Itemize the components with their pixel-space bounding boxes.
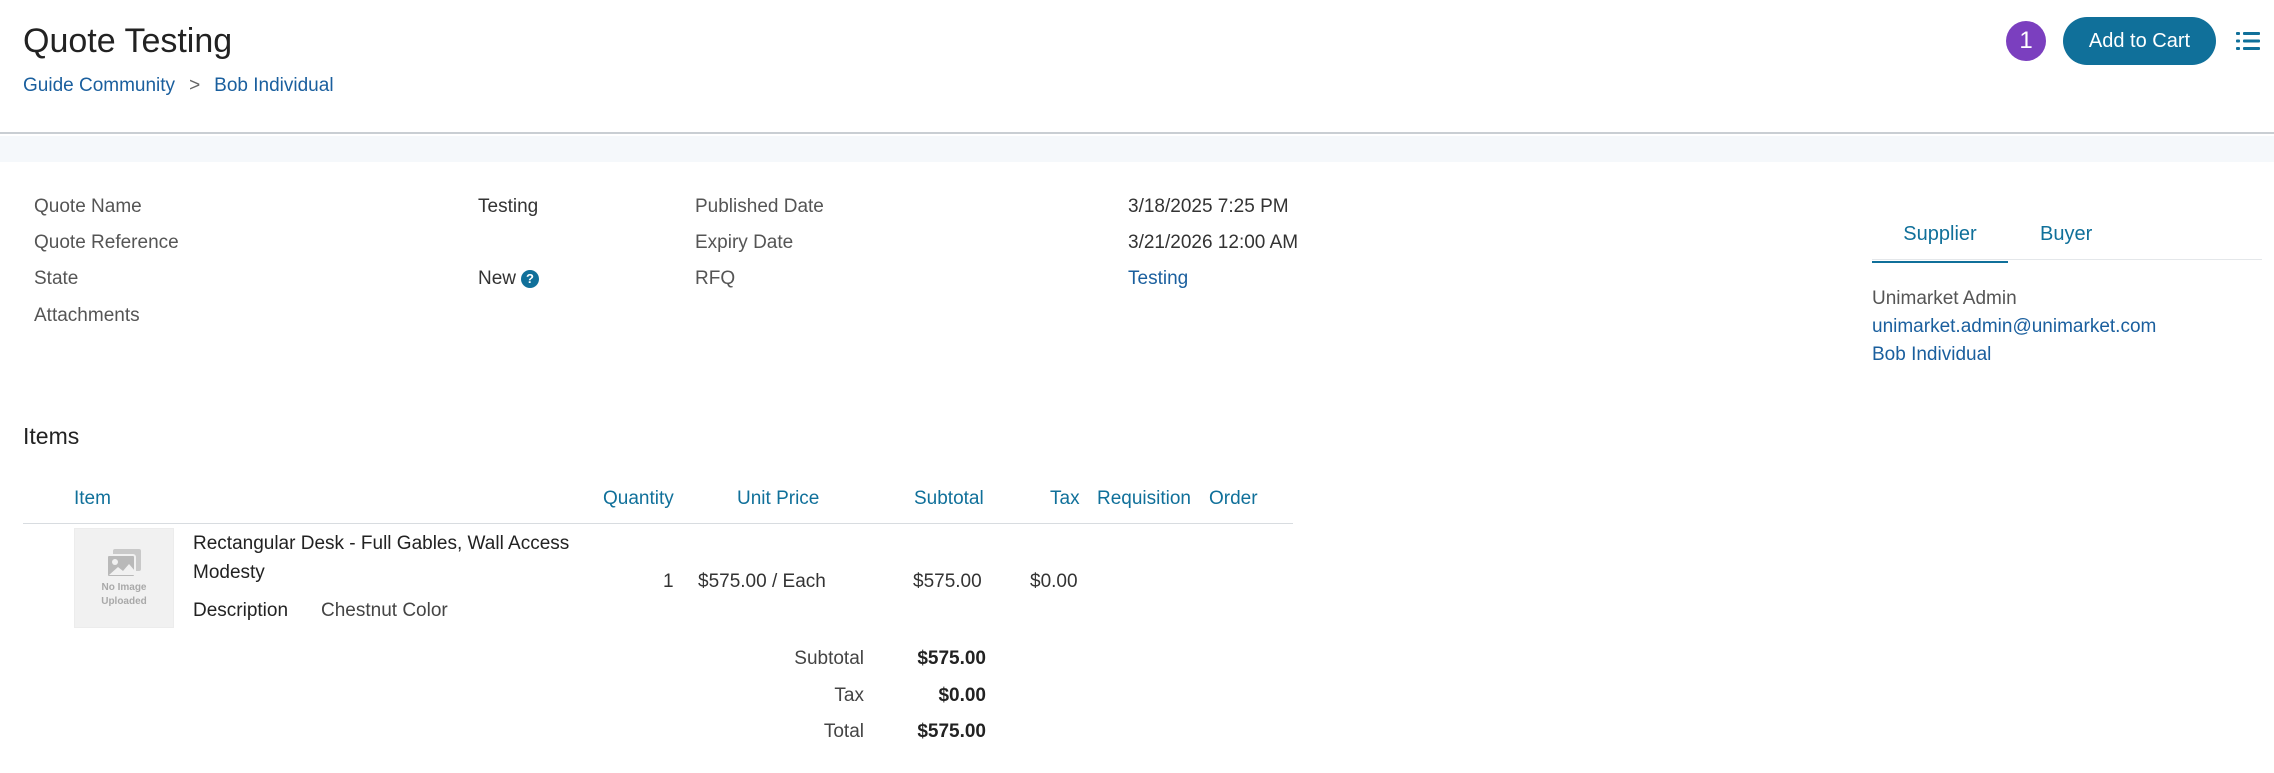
attachments-label: Attachments bbox=[34, 305, 140, 326]
supplier-contact-name: Unimarket Admin bbox=[1872, 288, 2017, 309]
rfq-link[interactable]: Testing bbox=[1128, 266, 1188, 292]
column-header-order[interactable]: Order bbox=[1209, 484, 1258, 514]
breadcrumb-bob-individual[interactable]: Bob Individual bbox=[214, 73, 333, 99]
state-value-wrap: New? bbox=[478, 266, 540, 292]
tab-supplier[interactable]: Supplier bbox=[1872, 221, 2008, 263]
breadcrumb: Guide Community > Bob Individual bbox=[23, 73, 334, 99]
column-header-subtotal[interactable]: Subtotal bbox=[914, 484, 984, 514]
breadcrumb-guide-community[interactable]: Guide Community bbox=[23, 73, 175, 99]
item-name: Rectangular Desk - Full Gables, Wall Acc… bbox=[193, 533, 570, 583]
quote-reference-label: Quote Reference bbox=[34, 232, 179, 253]
totals-subtotal-value: $575.00 bbox=[917, 648, 986, 669]
column-header-requisition[interactable]: Requisition bbox=[1097, 484, 1191, 514]
column-header-item[interactable]: Item bbox=[74, 484, 111, 514]
state-value: New bbox=[478, 268, 517, 289]
list-icon[interactable] bbox=[2236, 31, 2260, 51]
no-image-text-line-2: Uploaded bbox=[101, 596, 147, 607]
help-icon[interactable]: ? bbox=[521, 270, 540, 288]
header-sub-band bbox=[0, 136, 2274, 162]
item-tax: $0.00 bbox=[1030, 571, 1078, 592]
item-description-value: Chestnut Color bbox=[321, 600, 448, 621]
item-unit-price: $575.00 / Each bbox=[698, 571, 826, 592]
breadcrumb-separator: > bbox=[189, 75, 201, 96]
supplier-organisation-link[interactable]: Bob Individual bbox=[1872, 342, 1991, 368]
totals-total-value: $575.00 bbox=[917, 721, 986, 742]
contact-tabs: Supplier Buyer bbox=[1872, 216, 2262, 263]
item-quantity: 1 bbox=[663, 571, 674, 592]
notification-count-badge[interactable]: 1 bbox=[2006, 21, 2046, 61]
item-thumbnail: No Image Uploaded bbox=[74, 528, 174, 628]
column-header-unit-price[interactable]: Unit Price bbox=[737, 484, 819, 514]
expiry-date-label: Expiry Date bbox=[695, 232, 794, 253]
column-header-tax[interactable]: Tax bbox=[1050, 484, 1080, 514]
no-image-text-line-1: No Image bbox=[101, 582, 147, 593]
totals-tax-value: $0.00 bbox=[938, 685, 986, 706]
state-label: State bbox=[34, 268, 79, 289]
expiry-date-value: 3/21/2026 12:00 AM bbox=[1128, 232, 1299, 253]
supplier-contact-email[interactable]: unimarket.admin@unimarket.com bbox=[1872, 314, 2156, 340]
page-title: Quote Testing bbox=[23, 22, 233, 60]
column-header-quantity[interactable]: Quantity bbox=[603, 484, 674, 514]
quote-name-label: Quote Name bbox=[34, 196, 142, 217]
items-table-header: Item Quantity Unit Price Subtotal Tax Re… bbox=[23, 484, 1293, 524]
image-placeholder-icon bbox=[106, 549, 141, 578]
rfq-label: RFQ bbox=[695, 268, 736, 289]
published-date-label: Published Date bbox=[695, 196, 824, 217]
tab-buyer[interactable]: Buyer bbox=[2040, 221, 2092, 247]
item-subtotal: $575.00 bbox=[913, 571, 982, 592]
item-description-label: Description bbox=[193, 600, 289, 621]
items-section-title: Items bbox=[23, 423, 80, 449]
add-to-cart-button[interactable]: Add to Cart bbox=[2063, 17, 2216, 65]
published-date-value: 3/18/2025 7:25 PM bbox=[1128, 196, 1289, 217]
page-header: Quote Testing Guide Community > Bob Indi… bbox=[0, 0, 2274, 134]
quote-name-value: Testing bbox=[478, 196, 539, 217]
